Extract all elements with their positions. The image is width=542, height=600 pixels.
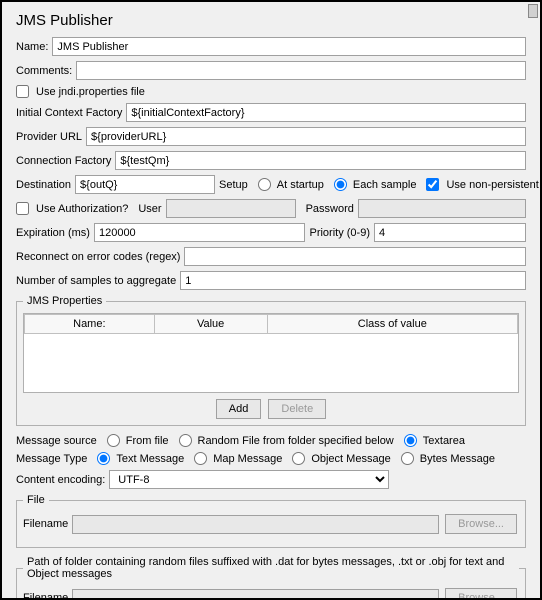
at-startup-radio[interactable] (258, 178, 271, 191)
num-samples-label: Number of samples to aggregate (16, 275, 176, 287)
use-auth-label: Use Authorization? (36, 203, 128, 215)
random-file-label: Random File from folder specified below (198, 435, 394, 447)
priority-field[interactable] (374, 223, 526, 242)
random-path-legend: Path of folder containing random files s… (23, 556, 519, 580)
obj-msg-radio[interactable] (292, 452, 305, 465)
use-jndi-checkbox[interactable] (16, 85, 29, 98)
msg-source-label: Message source (16, 435, 97, 447)
each-sample-radio[interactable] (334, 178, 347, 191)
scrollbar-thumb[interactable] (528, 4, 538, 18)
each-sample-label: Each sample (353, 179, 417, 191)
file-fieldset: File Filename Browse... (16, 494, 526, 548)
col-name[interactable]: Name: (25, 315, 155, 334)
random-path-fieldset: Path of folder containing random files s… (16, 556, 526, 598)
browse1-button[interactable]: Browse... (445, 514, 517, 534)
page-title: JMS Publisher (16, 12, 526, 29)
map-msg-radio[interactable] (194, 452, 207, 465)
browse2-button[interactable]: Browse... (445, 588, 517, 598)
reconnect-label: Reconnect on error codes (regex) (16, 251, 180, 263)
destination-label: Destination (16, 179, 71, 191)
content-enc-label: Content encoding: (16, 474, 105, 486)
use-jndi-label: Use jndi.properties file (36, 86, 145, 98)
use-auth-checkbox[interactable] (16, 202, 29, 215)
destination-field[interactable] (75, 175, 215, 194)
col-class[interactable]: Class of value (267, 315, 517, 334)
filename1-label: Filename (23, 518, 68, 530)
reconnect-field[interactable] (184, 247, 526, 266)
from-file-label: From file (126, 435, 169, 447)
obj-msg-label: Object Message (311, 453, 390, 465)
file-legend: File (23, 494, 49, 506)
text-msg-label: Text Message (116, 453, 184, 465)
jms-properties-legend: JMS Properties (23, 295, 106, 307)
non-persistent-label: Use non-persistent delivery mode? (446, 179, 540, 191)
textarea-radio[interactable] (404, 434, 417, 447)
random-file-radio[interactable] (179, 434, 192, 447)
text-msg-radio[interactable] (97, 452, 110, 465)
user-label: User (138, 203, 161, 215)
password-field[interactable] (358, 199, 526, 218)
comments-field[interactable] (76, 61, 526, 80)
jms-properties-table[interactable]: Name: Value Class of value (23, 313, 519, 393)
filename2-label: Filename (23, 592, 68, 598)
bytes-msg-label: Bytes Message (420, 453, 495, 465)
user-field[interactable] (166, 199, 296, 218)
password-label: Password (306, 203, 354, 215)
num-samples-field[interactable] (180, 271, 526, 290)
name-field[interactable] (52, 37, 526, 56)
name-label: Name: (16, 41, 48, 53)
comments-label: Comments: (16, 65, 72, 77)
at-startup-label: At startup (277, 179, 324, 191)
jms-properties-fieldset: JMS Properties Name: Value Class of valu… (16, 295, 526, 426)
expiration-label: Expiration (ms) (16, 227, 90, 239)
delete-button[interactable]: Delete (268, 399, 326, 419)
filename1-field[interactable] (72, 515, 439, 534)
expiration-field[interactable] (94, 223, 306, 242)
from-file-radio[interactable] (107, 434, 120, 447)
msg-type-label: Message Type (16, 453, 87, 465)
conn-factory-field[interactable] (115, 151, 526, 170)
encoding-select[interactable]: UTF-8 (109, 470, 389, 489)
non-persistent-checkbox[interactable] (426, 178, 439, 191)
add-button[interactable]: Add (216, 399, 262, 419)
filename2-field[interactable] (72, 589, 439, 599)
textarea-label: Textarea (423, 435, 465, 447)
conn-factory-label: Connection Factory (16, 155, 111, 167)
map-msg-label: Map Message (213, 453, 282, 465)
ctx-factory-label: Initial Context Factory (16, 107, 122, 119)
provider-url-label: Provider URL (16, 131, 82, 143)
priority-label: Priority (0-9) (309, 227, 370, 239)
setup-label: Setup (219, 179, 248, 191)
bytes-msg-radio[interactable] (401, 452, 414, 465)
ctx-factory-field[interactable] (126, 103, 526, 122)
col-value[interactable]: Value (154, 315, 267, 334)
provider-url-field[interactable] (86, 127, 526, 146)
